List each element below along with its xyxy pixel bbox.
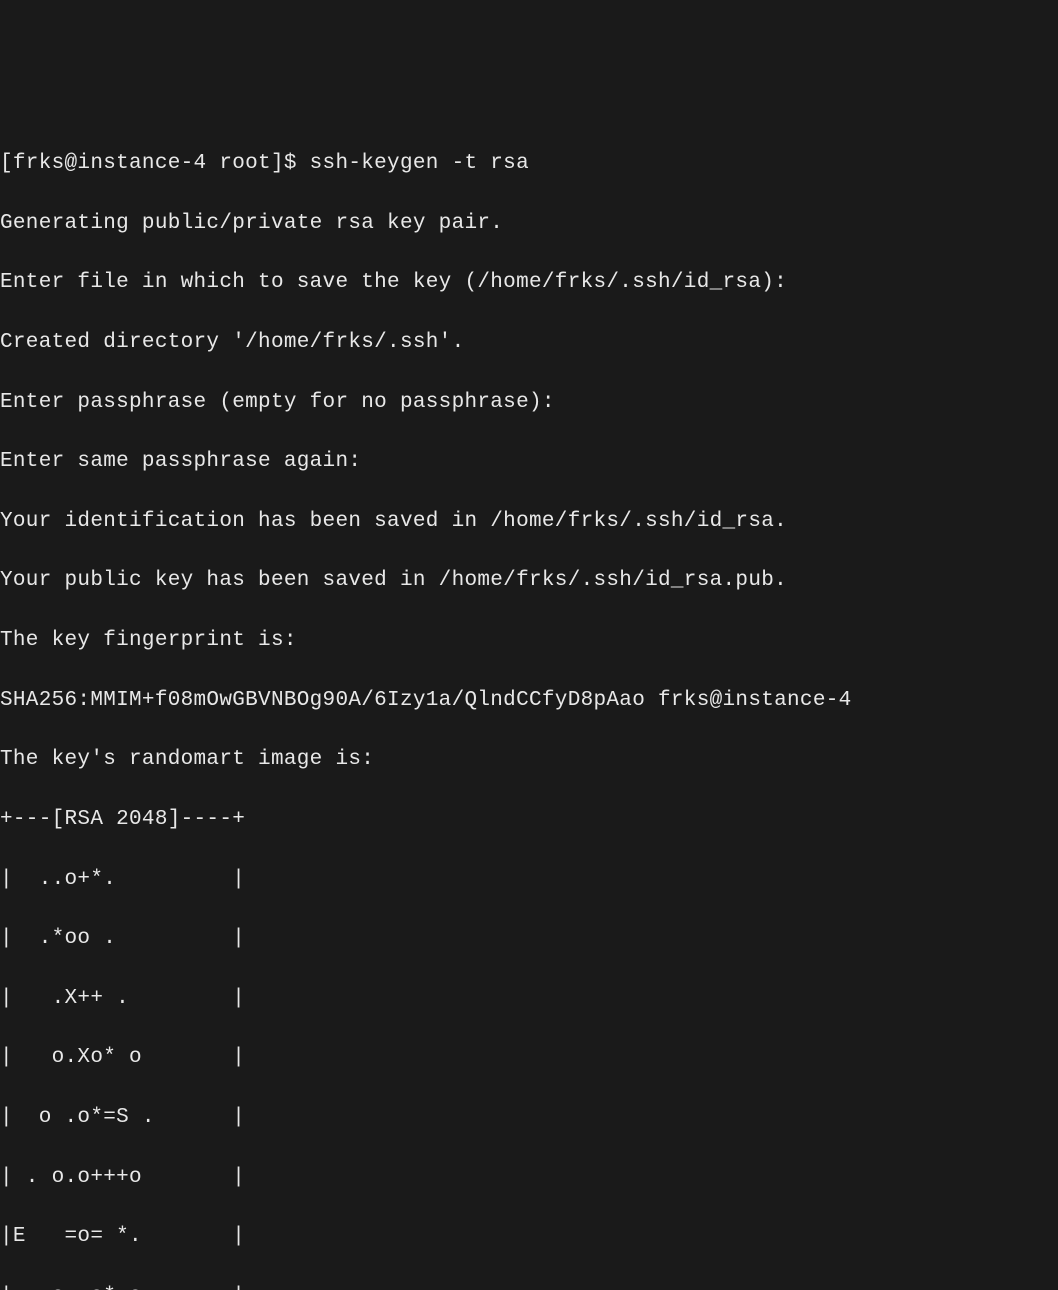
terminal-line: |E =o= *. | — [0, 1222, 1058, 1252]
terminal-line: Your identification has been saved in /h… — [0, 507, 1058, 537]
terminal-line: +---[RSA 2048]----+ — [0, 805, 1058, 835]
terminal-line: | o .o*=S . | — [0, 1103, 1058, 1133]
terminal-line: Enter file in which to save the key (/ho… — [0, 268, 1058, 298]
terminal-line: | ..o+*. | — [0, 865, 1058, 895]
terminal-line: Your public key has been saved in /home/… — [0, 566, 1058, 596]
terminal-line: The key fingerprint is: — [0, 626, 1058, 656]
terminal-line: Created directory '/home/frks/.ssh'. — [0, 328, 1058, 358]
terminal-line: The key's randomart image is: — [0, 745, 1058, 775]
terminal-line: | .*oo . | — [0, 924, 1058, 954]
terminal-line: Enter same passphrase again: — [0, 447, 1058, 477]
terminal-line: | . o.o+++o | — [0, 1163, 1058, 1193]
terminal-line: SHA256:MMIM+f08mOwGBVNBOg90A/6Izy1a/Qlnd… — [0, 686, 1058, 716]
terminal-line: [frks@instance-4 root]$ ssh-keygen -t rs… — [0, 149, 1058, 179]
terminal-line: Enter passphrase (empty for no passphras… — [0, 388, 1058, 418]
terminal-output[interactable]: [frks@instance-4 root]$ ssh-keygen -t rs… — [0, 119, 1058, 1290]
terminal-line: | o.Xo* o | — [0, 1043, 1058, 1073]
terminal-line: | o .o* o | — [0, 1282, 1058, 1290]
terminal-line: Generating public/private rsa key pair. — [0, 209, 1058, 239]
terminal-line: | .X++ . | — [0, 984, 1058, 1014]
